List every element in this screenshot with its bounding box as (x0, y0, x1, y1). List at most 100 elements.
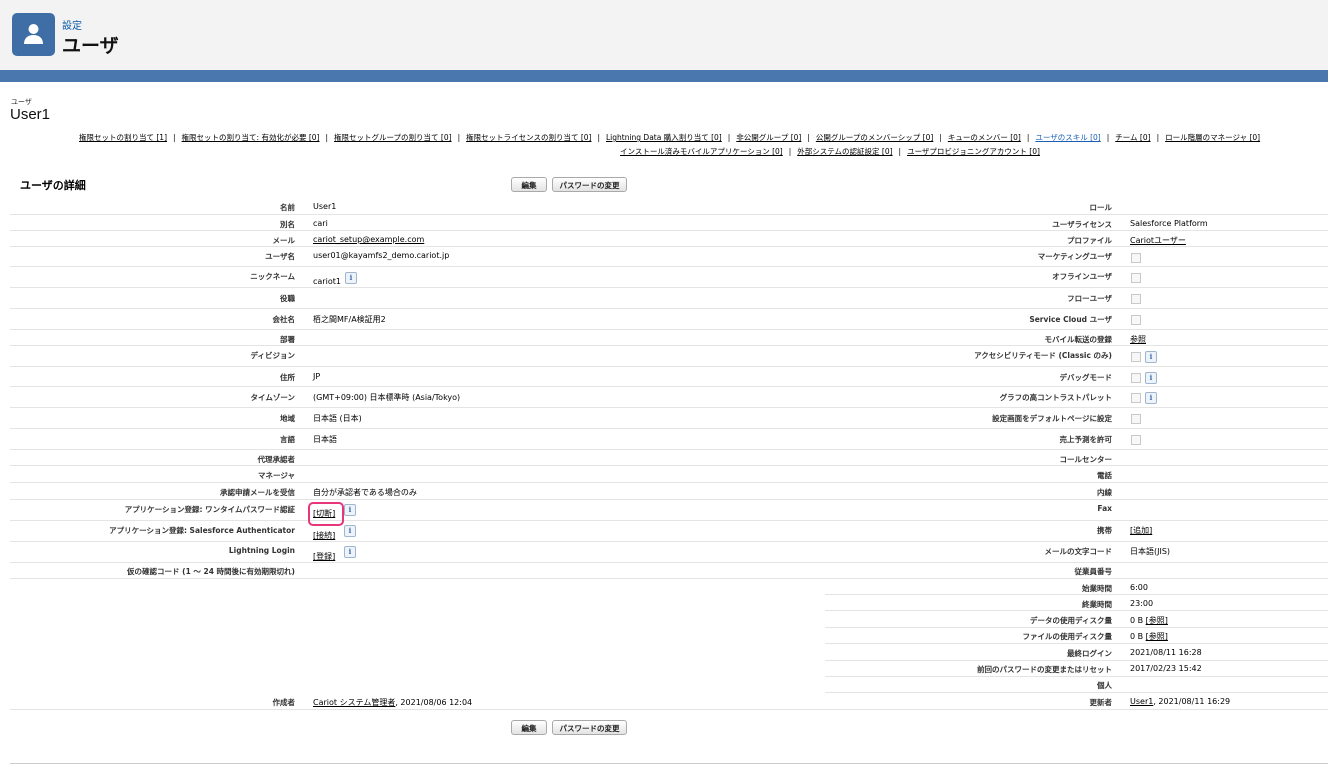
value-data-space: 0 B (1130, 616, 1144, 625)
row-company (10, 309, 825, 330)
mobile-push-link[interactable]: 参照 (1130, 335, 1146, 344)
row-extension (825, 483, 1328, 500)
label-division: ディビジョン (250, 351, 295, 360)
info-icon[interactable]: i (345, 272, 357, 284)
value-name: User1 (313, 202, 337, 211)
link-role-managers[interactable]: ロール階層のマネージャ [0] (1165, 133, 1260, 142)
created-by-link[interactable]: Cariot システム管理者 (313, 698, 395, 707)
link-perm-set-activation[interactable]: 権限セットの割り当て: 有効化が必要 [0] (182, 133, 320, 142)
label-end-of-day: 終業時間 (1082, 600, 1112, 609)
link-private-groups[interactable]: 非公開グループ [0] (736, 133, 801, 142)
row-division (10, 346, 825, 367)
breadcrumb[interactable]: 設定 (62, 17, 82, 32)
checkbox-offline-user (1131, 273, 1141, 283)
label-last-login: 最終ログイン (1067, 649, 1112, 658)
object-name: User1 (10, 106, 51, 123)
link-lightning-data[interactable]: Lightning Data 購入割り当て [0] (606, 133, 722, 142)
value-email[interactable]: cariot_setup@example.com (313, 235, 424, 244)
label-delegated-approver: 代理承認者 (257, 455, 296, 464)
link-perm-set-license[interactable]: 権限セットライセンスの割り当て [0] (466, 133, 591, 142)
modified-date: , 2021/08/11 16:29 (1153, 697, 1231, 706)
link-auth-settings[interactable]: 外部システムの認証設定 [0] (797, 147, 892, 156)
register-lightning-login-link[interactable]: [登録] (313, 552, 335, 561)
link-perm-set-assign[interactable]: 権限セットの割り当て [1] (79, 133, 167, 142)
add-mobile-link[interactable]: [追加] (1130, 526, 1152, 535)
label-temp-code: 仮の確認コード (1 ～ 24 時間後に有効期限切れ) (127, 567, 295, 576)
link-queue-members[interactable]: キューのメンバー [0] (948, 133, 1021, 142)
checkbox-high-contrast (1131, 393, 1141, 403)
info-icon[interactable]: i (1145, 372, 1157, 384)
label-approval-email: 承認申請メールを受信 (220, 488, 295, 497)
related-links-line2: インストール済みモバイルアプリケーション [0] | 外部システムの認証設定 [0]… (620, 147, 1040, 156)
checkbox-flow-user (1131, 294, 1141, 304)
edit-button-top[interactable]: 編集 (511, 177, 547, 192)
edit-button-bottom[interactable]: 編集 (511, 720, 547, 735)
label-file-space: ファイルの使用ディスク量 (1022, 632, 1112, 641)
info-icon[interactable]: i (1145, 392, 1157, 404)
row-lightning-login (10, 542, 825, 563)
row-department (10, 330, 825, 346)
setup-header: 設定 ユーザ (0, 0, 1328, 72)
label-locale: 地域 (280, 414, 295, 423)
row-start-of-day (825, 579, 1328, 595)
label-lightning-login: Lightning Login (228, 546, 295, 555)
info-icon[interactable]: i (344, 525, 356, 537)
label-created-by: 作成者 (272, 698, 296, 707)
view-file-space-link[interactable]: [参照] (1146, 632, 1168, 641)
row-end-of-day (825, 595, 1328, 611)
label-allow-forecast: 売上予測を許可 (1059, 435, 1113, 444)
label-phone: 電話 (1097, 471, 1112, 480)
link-user-skills[interactable]: ユーザのスキル [0] (1035, 133, 1100, 142)
connect-sf-auth-link[interactable]: [接続] (313, 531, 335, 540)
value-end-of-day: 23:00 (1130, 599, 1154, 608)
label-alias: 別名 (280, 220, 295, 229)
view-data-space-link[interactable]: [参照] (1146, 616, 1168, 625)
value-alias: cari (313, 219, 328, 228)
row-approval-email (10, 483, 825, 500)
related-links-line1: 権限セットの割り当て [1] | 権限セットの割り当て: 有効化が必要 [0] | 権限… (79, 133, 1261, 142)
row-modified-by (825, 693, 1328, 710)
info-icon[interactable]: i (344, 546, 356, 558)
label-high-contrast: グラフの高コントラストパレット (999, 393, 1112, 402)
label-user-license: ユーザライセンス (1052, 220, 1112, 229)
row-role (825, 199, 1328, 215)
row-manager (10, 466, 825, 483)
link-teams[interactable]: チーム [0] (1115, 133, 1150, 142)
label-company: 会社名 (272, 315, 296, 324)
checkbox-accessibility (1131, 352, 1141, 362)
row-address (10, 367, 825, 387)
value-locale: 日本語 (日本) (313, 414, 362, 423)
label-manager: マネージャ (258, 471, 295, 480)
link-mobile-apps[interactable]: インストール済みモバイルアプリケーション [0] (620, 147, 783, 156)
label-email: メール (272, 236, 296, 245)
value-file-space: 0 B (1130, 632, 1144, 641)
change-password-button-top[interactable]: パスワードの変更 (552, 177, 627, 192)
label-service-cloud: Service Cloud ユーザ (1029, 315, 1112, 324)
modified-by-link[interactable]: User1 (1130, 697, 1153, 706)
info-icon[interactable]: i (344, 504, 356, 516)
value-language: 日本語 (313, 435, 337, 444)
label-nickname: ニックネーム (250, 272, 295, 281)
label-marketing-user: マーケティングユーザ (1037, 252, 1112, 261)
header-band (0, 70, 1328, 82)
value-last-login: 2021/08/11 16:28 (1130, 648, 1202, 657)
row-individual (825, 677, 1328, 693)
value-last-password-change: 2017/02/23 15:42 (1130, 664, 1202, 673)
link-public-groups[interactable]: 公開グループのメンバーシップ [0] (816, 133, 933, 142)
value-company: 栢之間MF/A検証用2 (313, 315, 386, 324)
label-last-password-change: 前回のパスワードの変更またはリセット (977, 665, 1112, 674)
label-profile: プロファイル (1067, 236, 1112, 245)
info-icon[interactable]: i (1145, 351, 1157, 363)
label-default-setup: 設定画面をデフォルトページに設定 (992, 414, 1112, 423)
link-perm-set-group[interactable]: 権限セットグループの割り当て [0] (334, 133, 452, 142)
value-profile[interactable]: Cariotユーザー (1130, 236, 1186, 245)
row-title (10, 288, 825, 309)
row-phone (825, 466, 1328, 483)
change-password-button-bottom[interactable]: パスワードの変更 (552, 720, 627, 735)
value-username: user01@kayamfs2_demo.cariot.jp (313, 251, 450, 260)
value-nickname: cariot1 (313, 277, 341, 286)
row-nickname (10, 267, 825, 288)
link-provisioning[interactable]: ユーザプロビジョニングアカウント [0] (907, 147, 1040, 156)
label-sf-auth: アプリケーション登録: Salesforce Authenticator (109, 526, 295, 535)
created-date: , 2021/08/06 12:04 (395, 698, 473, 707)
